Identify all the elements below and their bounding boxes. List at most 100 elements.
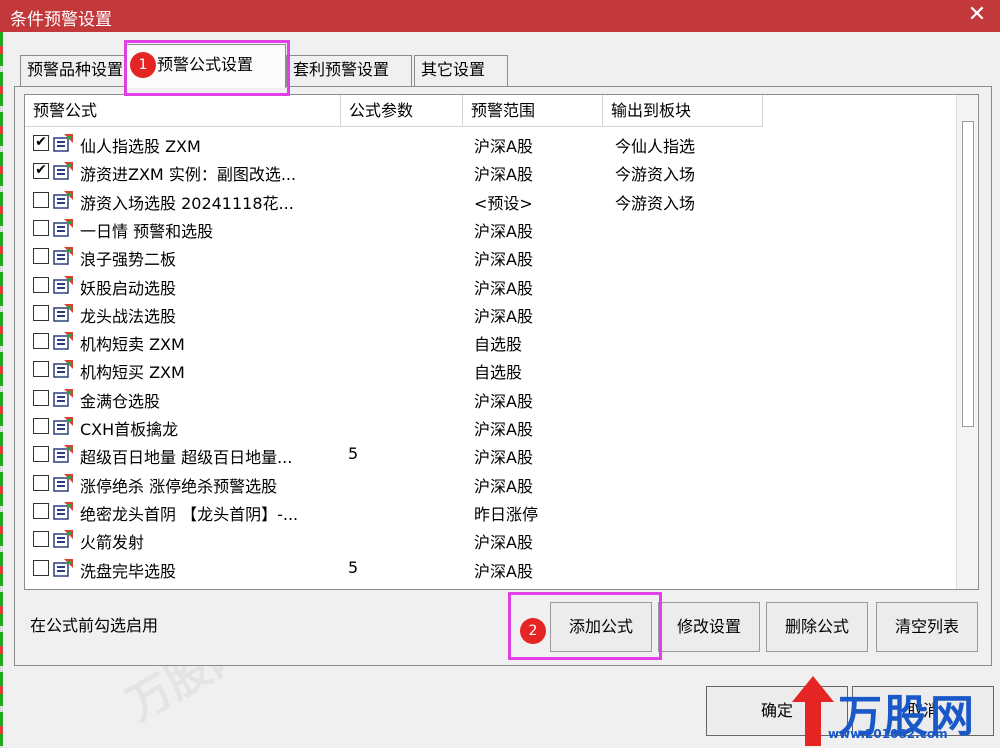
- formula-icon: [53, 162, 73, 181]
- checkbox-icon[interactable]: [33, 559, 49, 576]
- checkbox-icon[interactable]: [33, 191, 49, 208]
- table-row[interactable]: 洗盘完毕选股 5 沪深A股: [25, 554, 955, 582]
- table-row[interactable]: 龙头战法选股 沪深A股: [25, 299, 955, 327]
- formula-icon: [53, 501, 73, 520]
- formula-name: 绝密龙头首阴 【龙头首阴】-...: [80, 504, 299, 524]
- alert-range: 沪深A股: [474, 306, 533, 326]
- checkbox-icon[interactable]: [33, 276, 49, 293]
- table-row[interactable]: CXH首板擒龙 沪深A股: [25, 412, 955, 440]
- formula-icon: [53, 275, 73, 294]
- alert-range: <预设>: [474, 193, 533, 213]
- formula-icon: [53, 247, 73, 265]
- checkbox-icon[interactable]: [33, 361, 49, 378]
- step-badge-1: 1: [130, 52, 156, 78]
- column-header-params[interactable]: 公式参数: [341, 95, 463, 127]
- formula-icon: [53, 134, 73, 152]
- column-header-formula[interactable]: 预警公式: [25, 95, 341, 127]
- checkbox-icon[interactable]: ✔: [33, 135, 49, 151]
- checkbox-icon[interactable]: [33, 446, 49, 463]
- formula-icon: [53, 303, 73, 322]
- table-row[interactable]: 机构短卖 ZXM 自选股: [25, 327, 955, 355]
- brand-url: www.201082.com: [828, 727, 948, 741]
- formula-name: 机构短买 ZXM: [80, 363, 185, 383]
- checkbox-icon[interactable]: [33, 248, 49, 265]
- alert-range: 自选股: [474, 363, 523, 383]
- table-row[interactable]: 绝密龙头首阴 【龙头首阴】-... 昨日涨停: [25, 497, 955, 525]
- title-bar: 条件预警设置 ✕: [0, 0, 1000, 32]
- alert-range: 沪深A股: [474, 420, 533, 439]
- clear-list-button[interactable]: 清空列表: [876, 602, 978, 652]
- formula-name: 机构短卖 ZXM: [80, 335, 185, 355]
- formula-icon: [53, 218, 73, 237]
- alert-range: 自选股: [474, 335, 523, 355]
- formula-icon: [53, 558, 73, 577]
- tab-variety-settings[interactable]: 预警品种设置: [20, 55, 138, 87]
- tab-other-settings[interactable]: 其它设置: [414, 55, 508, 87]
- table-row[interactable]: 浪子强势二板 沪深A股: [25, 242, 955, 270]
- formula-name: 涨停绝杀 涨停绝杀预警选股: [80, 476, 278, 496]
- formula-list[interactable]: 预警公式 公式参数 预警范围 输出到板块 ✔ 仙人指选股 ZXM 沪深A股 今仙人指选…: [24, 94, 979, 590]
- formula-icon: [53, 445, 73, 464]
- alert-range: 沪深A股: [474, 278, 533, 298]
- modify-settings-button[interactable]: 修改设置: [658, 602, 760, 652]
- table-row[interactable]: 涨停绝杀 涨停绝杀预警选股 沪深A股: [25, 469, 955, 497]
- table-row[interactable]: 游资入场选股 20241118花... <预设> 今游资入场: [25, 186, 955, 214]
- formula-params: 5: [348, 557, 359, 577]
- formula-name: 龙头战法选股: [80, 306, 177, 326]
- checkbox-icon[interactable]: [33, 304, 49, 321]
- alert-range: 沪深A股: [474, 221, 533, 241]
- formula-icon: [53, 360, 73, 379]
- formula-name: 洗盘完毕选股: [80, 561, 177, 581]
- checkbox-icon[interactable]: ✔: [33, 163, 49, 180]
- column-header-output-block[interactable]: 输出到板块: [603, 95, 763, 127]
- output-block: 今仙人指选: [615, 137, 696, 156]
- formula-icon: [53, 417, 73, 435]
- alert-range: 昨日涨停: [474, 504, 539, 524]
- formula-icon: [53, 473, 73, 492]
- alert-range: 沪深A股: [474, 165, 533, 185]
- formula-name: 妖股启动选股: [80, 278, 177, 298]
- formula-name: 火箭发射: [80, 533, 145, 553]
- checkbox-icon[interactable]: [33, 418, 49, 434]
- left-edge-strip: [0, 32, 3, 748]
- scrollbar-thumb[interactable]: [962, 121, 974, 427]
- checkbox-icon[interactable]: [33, 531, 49, 548]
- table-row[interactable]: ✔ 游资进ZXM 实例：副图改选... 沪深A股 今游资入场: [25, 157, 955, 185]
- alert-range: 沪深A股: [474, 533, 533, 553]
- checkbox-icon[interactable]: [33, 474, 49, 491]
- formula-params: 5: [348, 444, 359, 464]
- output-block: 今游资入场: [615, 193, 696, 213]
- table-row[interactable]: ✔ 仙人指选股 ZXM 沪深A股 今仙人指选: [25, 129, 955, 157]
- table-row[interactable]: 一日情 预警和选股 沪深A股: [25, 214, 955, 242]
- formula-name: 浪子强势二板: [80, 250, 177, 270]
- alert-range: 沪深A股: [474, 391, 533, 411]
- table-row[interactable]: 机构短买 ZXM 自选股: [25, 355, 955, 383]
- formula-icon: [53, 332, 73, 350]
- checkbox-icon[interactable]: [33, 389, 49, 406]
- delete-formula-button[interactable]: 删除公式: [766, 602, 868, 652]
- alert-range: 沪深A股: [474, 476, 533, 496]
- table-row[interactable]: 金满仓选股 沪深A股: [25, 384, 955, 412]
- table-row[interactable]: 超级百日地量 超级百日地量... 5 沪深A股: [25, 440, 955, 468]
- formula-icon: [53, 530, 73, 548]
- column-header-range[interactable]: 预警范围: [463, 95, 603, 127]
- formula-icon: [53, 388, 73, 407]
- table-row[interactable]: 火箭发射 沪深A股: [25, 525, 955, 553]
- formula-name: 游资进ZXM 实例：副图改选...: [80, 165, 297, 185]
- step-badge-2: 2: [520, 618, 546, 644]
- formula-name: 游资入场选股 20241118花...: [80, 193, 294, 213]
- close-icon[interactable]: ✕: [964, 2, 990, 28]
- table-row[interactable]: 妖股启动选股 沪深A股: [25, 271, 955, 299]
- formula-name: 一日情 预警和选股: [80, 221, 214, 241]
- checkbox-icon[interactable]: [33, 219, 49, 236]
- tab-arbitrage-settings[interactable]: 套利预警设置: [286, 55, 412, 87]
- checkbox-icon[interactable]: [33, 502, 49, 519]
- alert-range: 沪深A股: [474, 250, 533, 270]
- alert-range: 沪深A股: [474, 448, 533, 468]
- formula-name: CXH首板擒龙: [80, 420, 179, 439]
- vertical-scrollbar[interactable]: [956, 95, 978, 589]
- formula-name: 仙人指选股 ZXM: [80, 137, 201, 156]
- formula-name: 超级百日地量 超级百日地量...: [80, 448, 293, 468]
- checkbox-icon[interactable]: [33, 333, 49, 350]
- output-block: 今游资入场: [615, 165, 696, 185]
